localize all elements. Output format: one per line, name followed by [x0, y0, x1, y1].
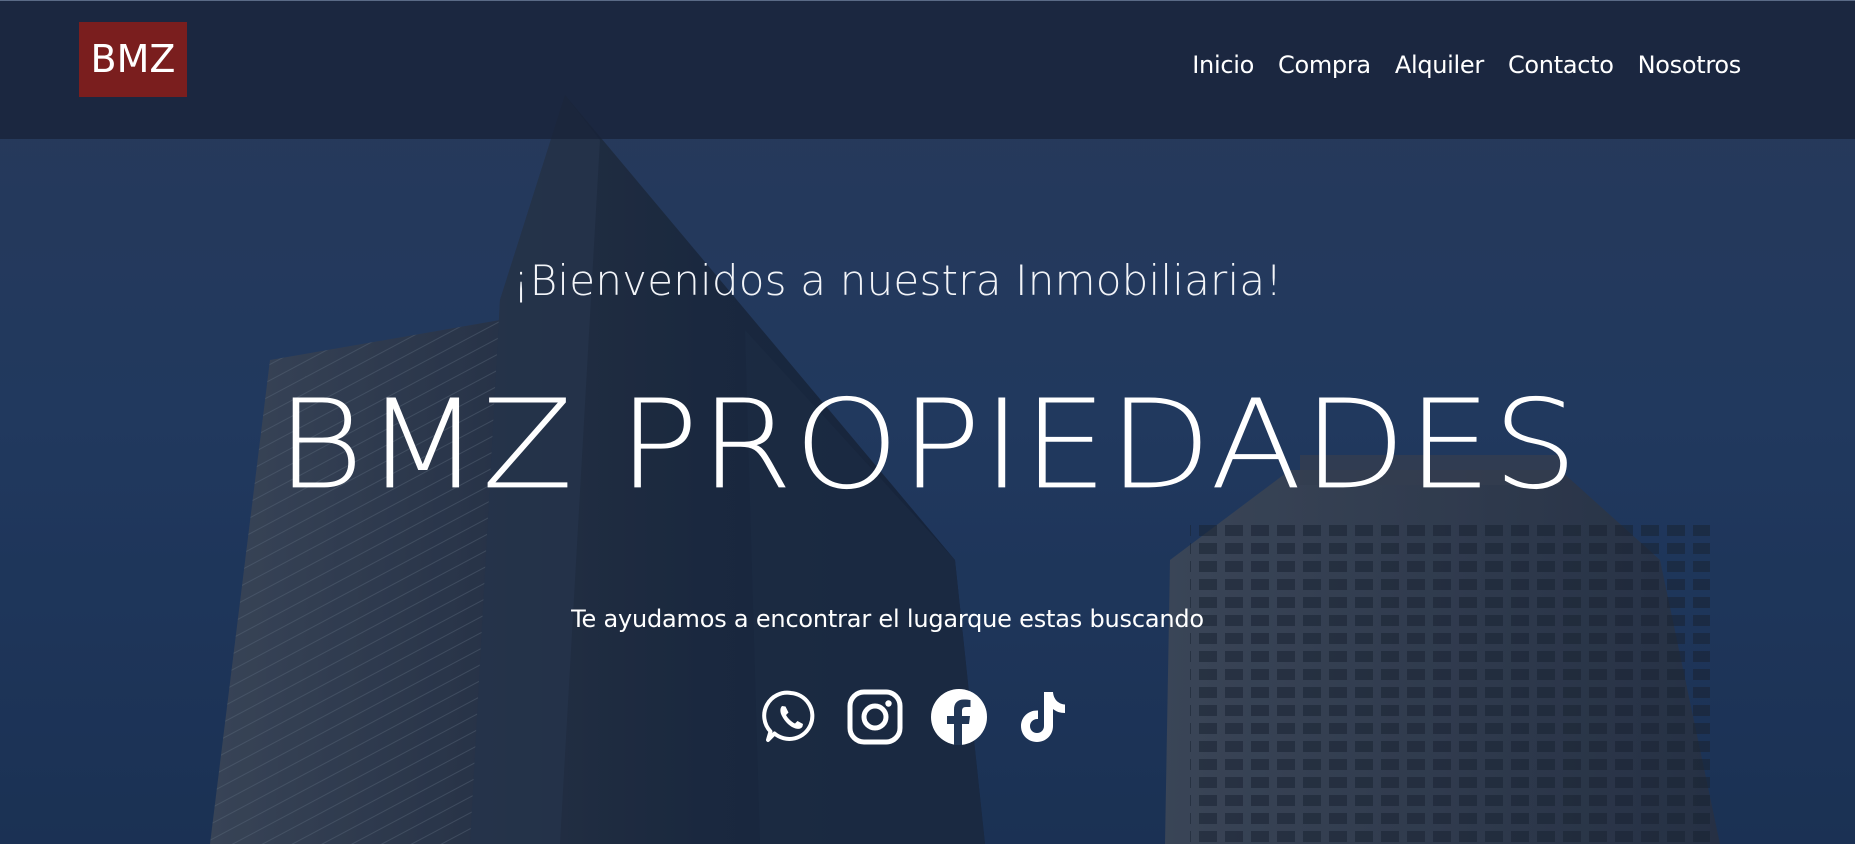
brand-logo[interactable]: BMZ — [79, 22, 187, 97]
main-nav: Inicio Compra Alquiler Contacto Nosotros — [1192, 51, 1741, 79]
top-navbar: BMZ Inicio Compra Alquiler Contacto Noso… — [0, 0, 1855, 139]
welcome-heading: ¡Bienvenidos a nuestra Inmobiliaria! — [512, 256, 1283, 305]
nav-link-inicio[interactable]: Inicio — [1192, 51, 1254, 79]
hero-title-text: BMZ PROPIEDADES — [276, 373, 1579, 517]
hero-title: BMZ PROPIEDADES — [0, 370, 1855, 520]
whatsapp-icon[interactable] — [762, 688, 820, 746]
nav-link-nosotros[interactable]: Nosotros — [1638, 51, 1742, 79]
nav-link-alquiler[interactable]: Alquiler — [1395, 51, 1484, 79]
hero-section: BMZ Inicio Compra Alquiler Contacto Noso… — [0, 0, 1855, 844]
hero-tagline: Te ayudamos a encontrar el lugarque esta… — [571, 605, 1204, 633]
facebook-icon[interactable] — [930, 688, 988, 746]
nav-link-contacto[interactable]: Contacto — [1508, 51, 1614, 79]
tiktok-icon[interactable] — [1014, 688, 1072, 746]
social-links — [762, 688, 1072, 746]
instagram-icon[interactable] — [846, 688, 904, 746]
nav-link-compra[interactable]: Compra — [1278, 51, 1371, 79]
